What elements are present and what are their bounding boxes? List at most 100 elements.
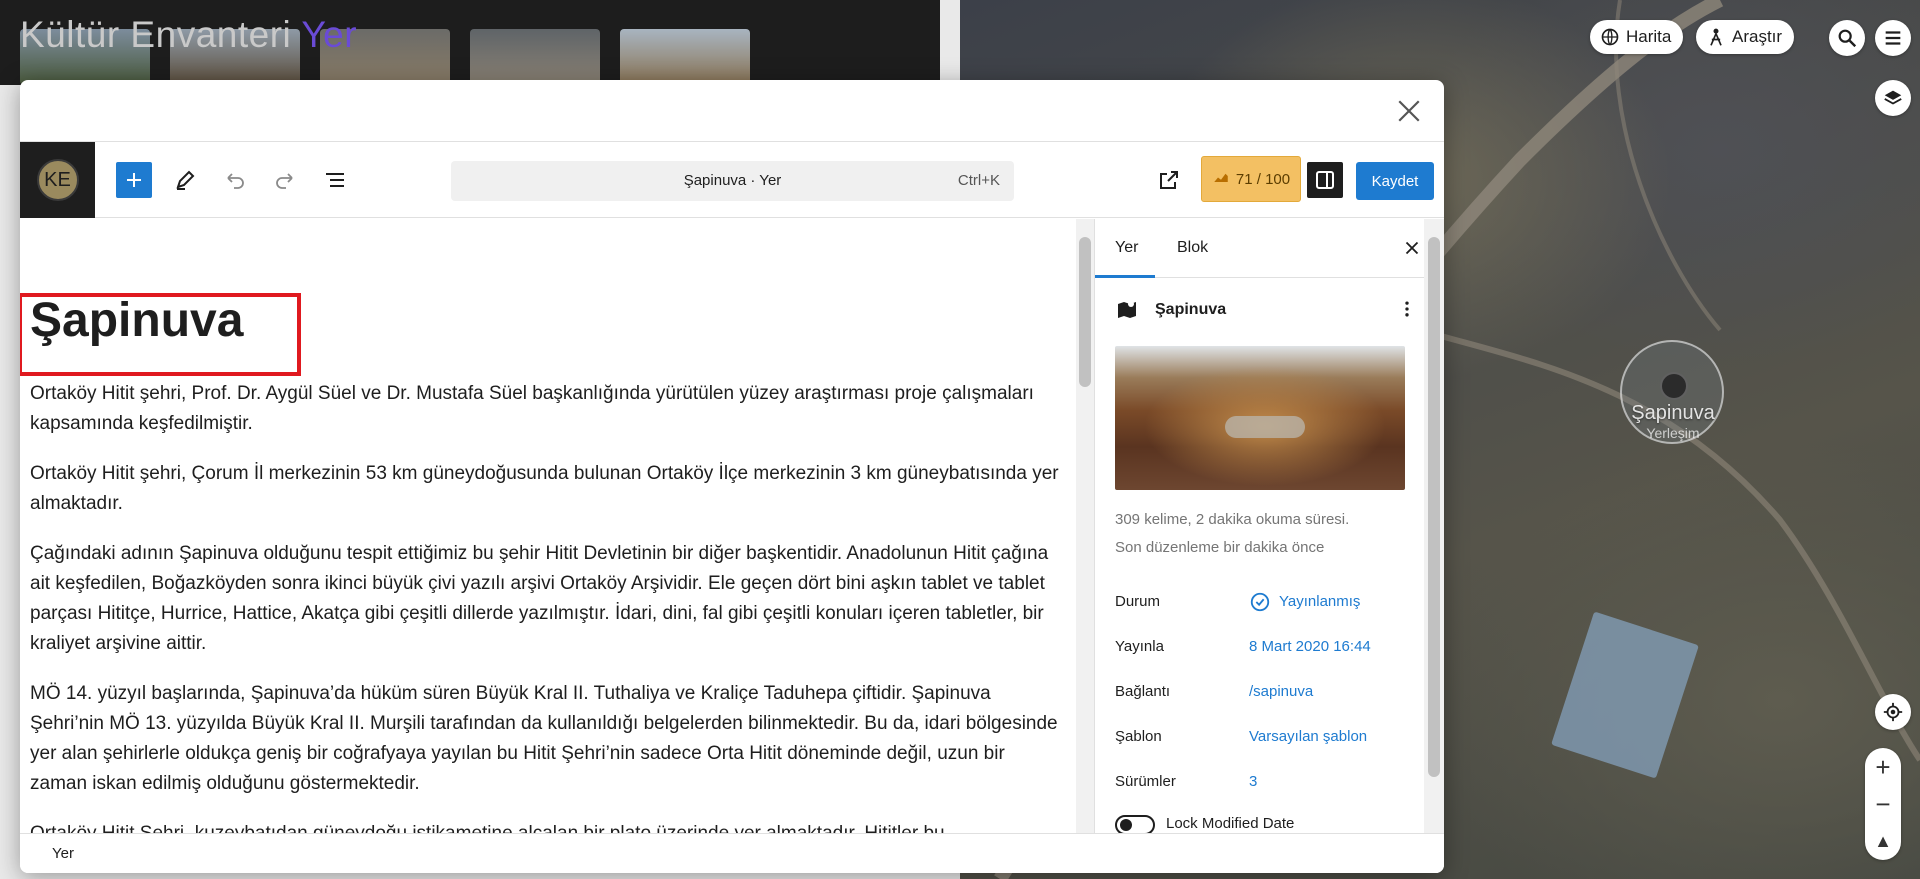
paragraph-block[interactable]: Ortaköy Hitit şehri, Çorum İl merkezinin… <box>30 459 1065 519</box>
list-view-icon <box>326 173 344 187</box>
prop-label: Şablon <box>1115 728 1162 745</box>
undo-button[interactable] <box>217 162 253 198</box>
prop-row-revisions: Sürümler 3 <box>1115 771 1415 795</box>
map-layers-button[interactable] <box>1875 80 1911 116</box>
site-header: Kültür Envanteri Yer <box>0 0 940 85</box>
redo-button[interactable] <box>267 162 303 198</box>
marker-type: Yerleşim <box>1646 425 1700 441</box>
post-summary-header: Şapinuva <box>1115 297 1415 323</box>
map-book-icon <box>1118 301 1136 318</box>
modal-header <box>20 80 1444 142</box>
document-overview-button[interactable] <box>317 162 353 198</box>
document-title: Şapinuva · Yer <box>683 172 782 189</box>
prop-label: Yayınla <box>1115 638 1164 655</box>
active-tab-indicator <box>1095 275 1155 278</box>
seo-score-label: 71 / 100 <box>1235 170 1291 188</box>
seo-score-button[interactable]: 71 / 100 <box>1201 156 1301 202</box>
compass-person-icon <box>1710 28 1722 46</box>
pencil-icon <box>176 170 195 190</box>
check-circle-icon <box>1250 592 1270 612</box>
paragraph-block[interactable]: Çağındaki adının Şapinuva olduğunu tespi… <box>30 539 1065 659</box>
map-menu-button[interactable] <box>1875 20 1911 56</box>
paragraph-block[interactable]: Ortaköy Hitit şehri, Prof. Dr. Aygül Süe… <box>30 379 1065 439</box>
paragraph-block[interactable]: Ortaköy Hitit Şehri, kuzeybatıdan güneyd… <box>30 819 1065 833</box>
sidebar-close-icon[interactable] <box>1401 237 1423 259</box>
marker-dot <box>1660 372 1688 400</box>
prop-label: Bağlantı <box>1115 683 1171 700</box>
featured-image-site <box>1225 416 1305 438</box>
editor-scrollbar[interactable] <box>1076 219 1094 833</box>
save-button[interactable]: Kaydet <box>1356 162 1434 200</box>
edit-tools-button[interactable] <box>167 162 203 198</box>
paragraph-block[interactable]: MÖ 14. yüzyıl başlarında, Şapinuva’da hü… <box>30 679 1065 799</box>
undo-icon <box>227 173 244 189</box>
marker-label[interactable]: Şapinuva <box>1628 402 1718 425</box>
sidebar-scrollbar[interactable] <box>1424 219 1444 833</box>
status-value[interactable]: Yayınlanmış <box>1279 593 1360 610</box>
toggle-knob <box>1120 819 1132 831</box>
editor-canvas[interactable]: Şapinuva Ortaköy Hitit şehri, Prof. Dr. … <box>20 219 1078 833</box>
map-button-arastir[interactable]: Araştır <box>1696 20 1795 54</box>
external-link-icon <box>1160 171 1178 189</box>
redo-icon <box>276 173 293 189</box>
map-search-button[interactable] <box>1829 20 1865 56</box>
menu-icon <box>1885 31 1901 45</box>
more-vertical-icon[interactable] <box>1397 297 1417 321</box>
modal-close-button[interactable] <box>1392 94 1426 128</box>
tab-blok[interactable]: Blok <box>1177 239 1208 257</box>
search-icon <box>1838 29 1857 48</box>
post-summary-title: Şapinuva <box>1155 301 1227 318</box>
editor-toolbar: KE Şapinuva · Yer Ctrl+K 71 / 100 Kaydet <box>20 142 1444 218</box>
map-zoom-controls: + − ▲ <box>1865 748 1901 860</box>
settings-sidebar-toggle[interactable] <box>1307 162 1343 198</box>
add-block-button[interactable] <box>116 162 152 198</box>
compass-north-button[interactable]: ▲ <box>1865 828 1901 854</box>
sidebar-icon <box>1316 171 1334 189</box>
lock-modified-date-label: Lock Modified Date <box>1166 815 1295 832</box>
featured-image[interactable] <box>1115 346 1405 490</box>
scrollbar-thumb[interactable] <box>1079 237 1091 387</box>
zoom-in-button[interactable]: + <box>1865 754 1901 780</box>
tab-yer[interactable]: Yer <box>1115 239 1138 257</box>
publish-date-value[interactable]: 8 Mart 2020 16:44 <box>1249 638 1371 655</box>
zoom-out-button[interactable]: − <box>1865 791 1901 817</box>
site-logo-button[interactable]: KE <box>20 142 95 218</box>
prop-label: Sürümler <box>1115 773 1176 790</box>
editor-modal: KE Şapinuva · Yer Ctrl+K 71 / 100 Kaydet… <box>20 80 1444 873</box>
editor-footer: Yer <box>20 833 1444 873</box>
command-palette-bar[interactable]: Şapinuva · Yer Ctrl+K <box>451 161 1014 201</box>
scrollbar-thumb[interactable] <box>1428 237 1440 777</box>
seo-icon <box>1214 173 1228 182</box>
layers-icon <box>1884 90 1902 105</box>
settings-sidebar: Yer Blok Şapinuva 309 kelime, 2 dakika o… <box>1094 219 1444 833</box>
site-title[interactable]: Kültür Envanteri Yer <box>20 14 357 56</box>
prop-row-status: Durum Yayınlanmış <box>1115 591 1415 615</box>
revisions-value[interactable]: 3 <box>1249 773 1257 790</box>
template-value[interactable]: Varsayılan şablon <box>1249 728 1367 745</box>
prop-row-publish: Yayınla 8 Mart 2020 16:44 <box>1115 636 1415 660</box>
map-button-arastir-label: Araştır <box>1732 27 1783 46</box>
map-button-harita[interactable]: Harita <box>1590 20 1684 54</box>
prop-label: Durum <box>1115 593 1161 610</box>
globe-icon <box>1601 28 1619 46</box>
title-highlight-box <box>20 293 301 376</box>
last-edited: Son düzenleme bir dakika önce <box>1115 539 1325 556</box>
plus-icon <box>127 173 141 187</box>
sidebar-tabs: Yer Blok <box>1095 219 1425 278</box>
lock-modified-date-toggle[interactable] <box>1115 815 1155 833</box>
post-content[interactable]: Ortaköy Hitit şehri, Prof. Dr. Aygül Süe… <box>30 379 1065 833</box>
gallery-thumb <box>470 29 600 85</box>
view-post-button[interactable] <box>1151 162 1187 198</box>
breadcrumb[interactable]: Yer <box>52 845 74 862</box>
slug-value[interactable]: /sapinuva <box>1249 683 1313 700</box>
command-shortcut: Ctrl+K <box>957 172 1000 189</box>
map-button-harita-label: Harita <box>1626 27 1672 46</box>
prop-row-link: Bağlantı /sapinuva <box>1115 681 1415 705</box>
gallery-thumb <box>620 29 750 85</box>
prop-row-template: Şablon Varsayılan şablon <box>1115 726 1415 750</box>
locate-icon <box>1883 702 1903 722</box>
close-icon <box>1398 100 1420 122</box>
map-locate-button[interactable] <box>1875 694 1911 730</box>
avatar: KE <box>36 159 79 201</box>
word-count: 309 kelime, 2 dakika okuma süresi. <box>1115 511 1350 528</box>
